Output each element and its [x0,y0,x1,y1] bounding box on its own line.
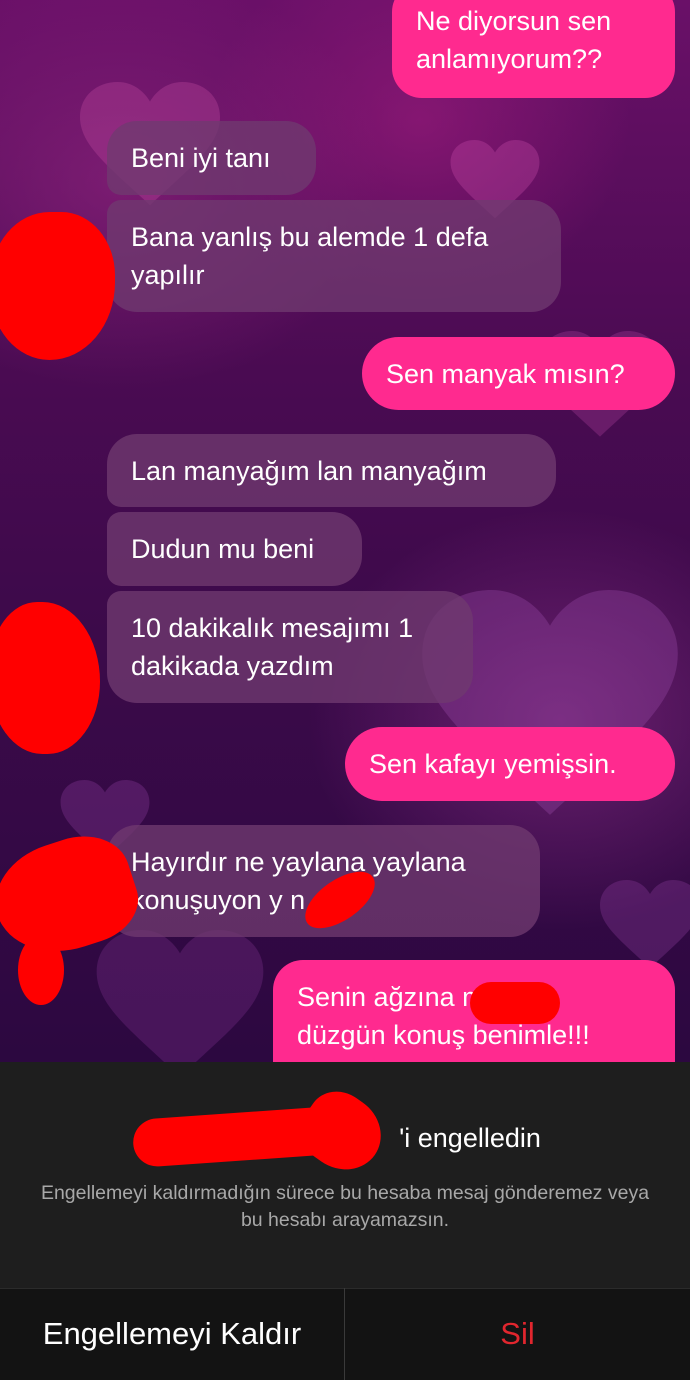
heart-decoration [96,930,264,1062]
redaction-mark [470,982,560,1024]
delete-button[interactable]: Sil [345,1288,690,1380]
incoming-message[interactable]: Lan manyağım lan manyağım [107,434,556,507]
incoming-message[interactable]: Bana yanlış bu alemde 1 defa yapılır [107,200,561,312]
outgoing-message[interactable]: Sen manyak mısın? [362,337,675,410]
incoming-message[interactable]: Beni iyi tanı [107,121,316,195]
outgoing-message[interactable]: Sen kafayı yemişsin. [345,727,675,801]
heart-decoration [600,880,690,968]
redaction-mark [18,935,64,1005]
outgoing-message[interactable]: Ne diyorsun sen anlamıyorum?? [392,0,675,98]
incoming-message[interactable]: 10 dakikalık mesajımı 1 dakikada yazdım [107,591,473,703]
unblock-button[interactable]: Engellemeyi Kaldır [0,1288,344,1380]
blocked-notice-text: 'i engelledin [399,1123,541,1153]
incoming-message[interactable]: Dudun mu beni [107,512,362,586]
blocked-notice-description: Engellemeyi kaldırmadığın sürece bu hesa… [40,1182,650,1231]
chat-screen: Ne diyorsun sen anlamıyorum?? Beni iyi t… [0,0,690,1380]
